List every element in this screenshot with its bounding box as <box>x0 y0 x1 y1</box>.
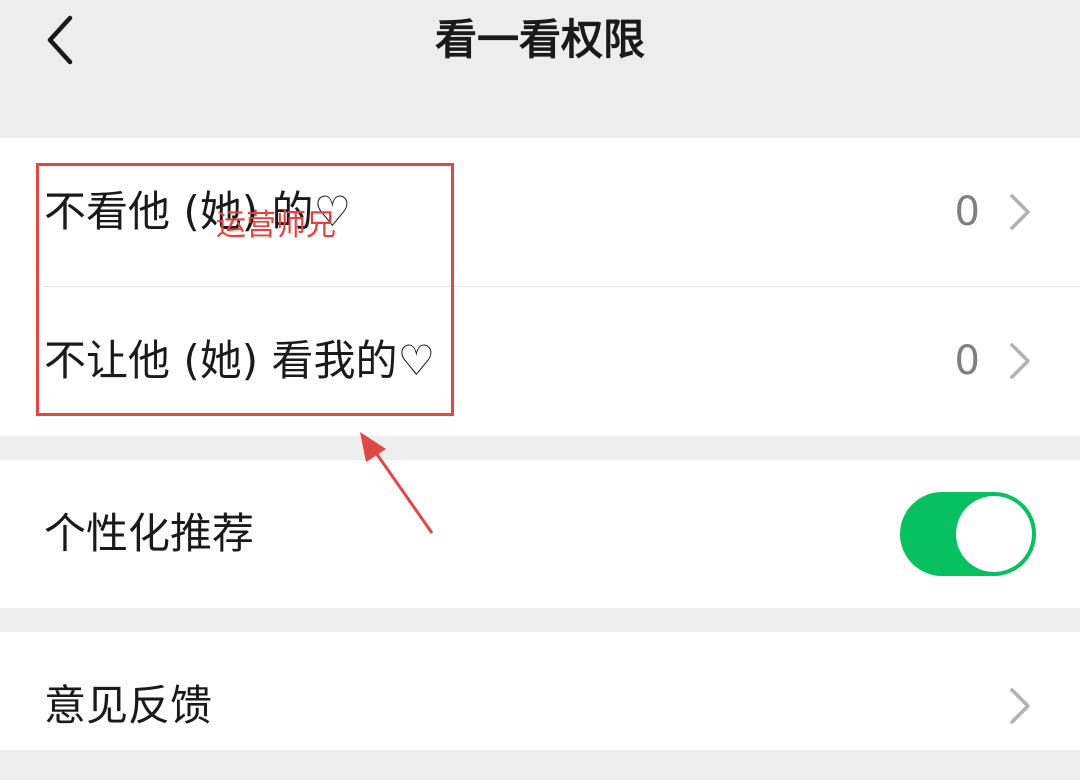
row-label: 个性化推荐 <box>44 509 255 558</box>
row-label: 意见反馈 <box>44 681 213 730</box>
feedback-group: 意见反馈 <box>0 632 1080 750</box>
toggle-knob <box>956 496 1032 572</box>
personalization-group: 个性化推荐 <box>0 460 1080 608</box>
personalized-recommendation-row: 个性化推荐 <box>0 460 1080 608</box>
nav-bar: 看一看权限 <box>0 0 1080 92</box>
row-label: 不看他 (她) 的♡ <box>44 187 352 236</box>
feedback-row[interactable]: 意见反馈 <box>0 632 1080 780</box>
hide-their-posts-row[interactable]: 不看他 (她) 的♡ 0 <box>0 138 1080 286</box>
chevron-right-icon <box>1010 194 1030 230</box>
visibility-settings-group: 不看他 (她) 的♡ 0 不让他 (她) 看我的♡ 0 <box>0 138 1080 436</box>
block-from-mine-row[interactable]: 不让他 (她) 看我的♡ 0 <box>0 287 1080 435</box>
count-value: 0 <box>954 189 980 235</box>
page-title: 看一看权限 <box>434 15 645 64</box>
chevron-right-icon <box>1010 343 1030 379</box>
count-value: 0 <box>954 338 980 384</box>
row-label: 不让他 (她) 看我的♡ <box>44 336 436 385</box>
chevron-right-icon <box>1010 688 1030 724</box>
personalized-recommendation-toggle[interactable] <box>900 492 1036 576</box>
